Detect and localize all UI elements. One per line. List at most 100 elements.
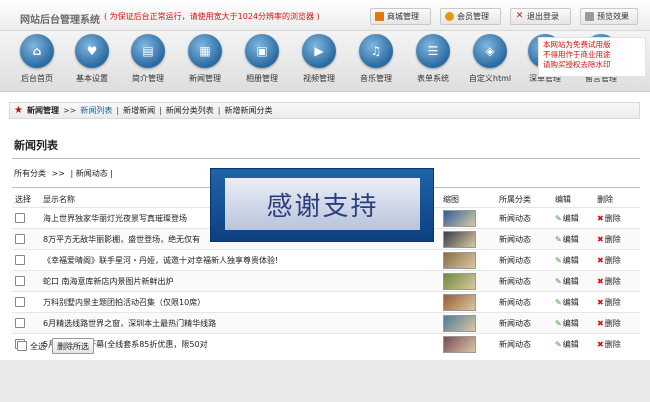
row-thumb-cell [440,228,496,250]
nav-item-album[interactable]: ▣ 相册管理 [237,34,287,84]
row-checkbox[interactable] [15,297,25,307]
all-categories-link[interactable]: 所有分类 [14,169,46,178]
row-checkbox[interactable] [15,213,25,223]
thumbnail-image[interactable] [443,209,476,227]
nav-label: 自定义html [468,74,512,83]
nav-item-video[interactable]: ▶ 视频管理 [294,34,344,84]
breadcrumb-divider: | [159,106,162,115]
nav-label: 简介管理 [132,74,164,83]
nav-label: 音乐管理 [360,74,392,83]
row-checkbox[interactable] [15,255,25,265]
delete-label: 删除 [604,318,621,328]
member-icon [445,12,454,21]
row-thumb-cell [440,333,496,354]
table-row: 《幸福爱晴阁》联手星河・丹娅，诚邀十对幸福新人独享尊贵体验! 新闻动态 ✎编辑 ✖删除 [12,249,640,271]
form-icon: ☰ [416,34,450,68]
row-select-cell [12,312,40,334]
row-checkbox[interactable] [15,276,25,286]
col-delete: 删除 [594,191,640,208]
news-category-list-link[interactable]: 新闻分类列表 [166,105,214,116]
thumbnail-image[interactable] [443,251,476,269]
thanks-banner: 感谢支持 [210,168,434,242]
row-select-cell [12,270,40,292]
delete-link[interactable]: ✖删除 [597,319,621,328]
row-thumb-cell [440,312,496,334]
delete-link[interactable]: ✖删除 [597,235,621,244]
row-thumb-cell [440,270,496,292]
edit-link[interactable]: ✎编辑 [555,319,579,328]
delete-link[interactable]: ✖删除 [597,256,621,265]
edit-label: 编辑 [562,213,579,223]
row-thumb-cell [440,291,496,313]
row-edit-cell: ✎编辑 [552,291,594,313]
edit-link[interactable]: ✎编辑 [555,340,579,349]
breadcrumb-section: 新闻管理 [26,106,59,115]
member-manage-button[interactable]: 会员管理 [440,8,501,25]
delete-label: 删除 [604,297,621,307]
edit-link[interactable]: ✎编辑 [555,277,579,286]
row-select-cell [12,249,40,271]
row-category: 新闻动态 [496,333,552,354]
delete-icon: ✖ [597,276,604,286]
thumbnail-image[interactable] [443,293,476,311]
star-icon: ★ [14,105,23,116]
breadcrumb-current[interactable]: 新闻列表 [80,105,112,116]
edit-link[interactable]: ✎编辑 [555,298,579,307]
delete-link[interactable]: ✖删除 [597,340,621,349]
delete-link[interactable]: ✖删除 [597,298,621,307]
row-edit-cell: ✎编辑 [552,228,594,250]
nav-label: 新闻管理 [189,74,221,83]
row-checkbox[interactable] [15,318,25,328]
row-title[interactable]: 《幸福爱晴阁》联手星河・丹娅，诚邀十对幸福新人独享尊贵体验! [40,249,440,271]
add-news-link[interactable]: 新增新闻 [123,105,155,116]
row-edit-cell: ✎编辑 [552,270,594,292]
nav-item-home[interactable]: ⌂ 后台首页 [12,34,62,84]
row-title[interactable]: 万科别墅内景主题团拍活动召集（仅限10席） [40,291,440,313]
table-row: 6月精选线路世界之窗，深圳本土最热门精华线路 新闻动态 ✎编辑 ✖删除 [12,312,640,334]
delete-link[interactable]: ✖删除 [597,277,621,286]
row-checkbox[interactable] [15,234,25,244]
edit-link[interactable]: ✎编辑 [555,214,579,223]
edit-link[interactable]: ✎编辑 [555,256,579,265]
thumbnail-image[interactable] [443,335,476,353]
nav-item-form[interactable]: ☰ 表单系统 [408,34,458,84]
delete-link[interactable]: ✖删除 [597,214,621,223]
thumbnail-image[interactable] [443,314,476,332]
table-row: 5月广州盛大开幕(全线套系85折优惠，限50对 新闻动态 ✎编辑 ✖删除 [12,333,640,354]
row-edit-cell: ✎编辑 [552,249,594,271]
delete-label: 删除 [604,213,621,223]
nav-item-intro[interactable]: ▤ 简介管理 [123,34,173,84]
nav-item-music[interactable]: ♫ 音乐管理 [351,34,401,84]
album-icon: ▣ [245,34,279,68]
table-row: 万科别墅内景主题团拍活动召集（仅限10席） 新闻动态 ✎编辑 ✖删除 [12,291,640,313]
table-row: 蛇口 南海意库新店内景图片新鲜出炉 新闻动态 ✎编辑 ✖删除 [12,270,640,292]
edit-label: 编辑 [562,276,579,286]
music-icon: ♫ [359,34,393,68]
logout-icon: ✕ [515,11,524,21]
nav-item-news[interactable]: ▦ 新闻管理 [180,34,230,84]
pencil-icon: ✎ [555,339,562,349]
row-category: 新闻动态 [496,249,552,271]
nav-item-html[interactable]: ◈ 自定义html [465,34,515,84]
row-title[interactable]: 5月广州盛大开幕(全线套系85折优惠，限50对 [40,333,440,354]
edit-label: 编辑 [562,318,579,328]
edit-link[interactable]: ✎编辑 [555,235,579,244]
page-title: 新闻列表 [14,139,58,152]
breadcrumb-separator: >> [62,106,77,115]
breadcrumb-divider: | [217,106,221,115]
store-manage-button[interactable]: 商城管理 [370,8,431,25]
category-news-link[interactable]: 新闻动态 [76,169,108,178]
row-title[interactable]: 6月精选线路世界之窗，深圳本土最热门精华线路 [40,312,440,334]
delete-selected-button[interactable]: 删除所选 [52,338,94,354]
row-category: 新闻动态 [496,207,552,229]
row-title[interactable]: 蛇口 南海意库新店内景图片新鲜出炉 [40,270,440,292]
logout-button[interactable]: ✕ 退出登录 [510,8,571,25]
thumbnail-image[interactable] [443,272,476,290]
thumbnail-image[interactable] [443,230,476,248]
preview-button[interactable]: 预览效果 [580,8,638,25]
col-edit: 编辑 [552,191,594,208]
pencil-icon: ✎ [555,297,562,307]
add-news-category-link[interactable]: 新增新闻分类 [224,105,272,116]
nav-item-settings[interactable]: ♥ 基本设置 [67,34,117,84]
select-all-checkbox[interactable] [17,341,27,351]
